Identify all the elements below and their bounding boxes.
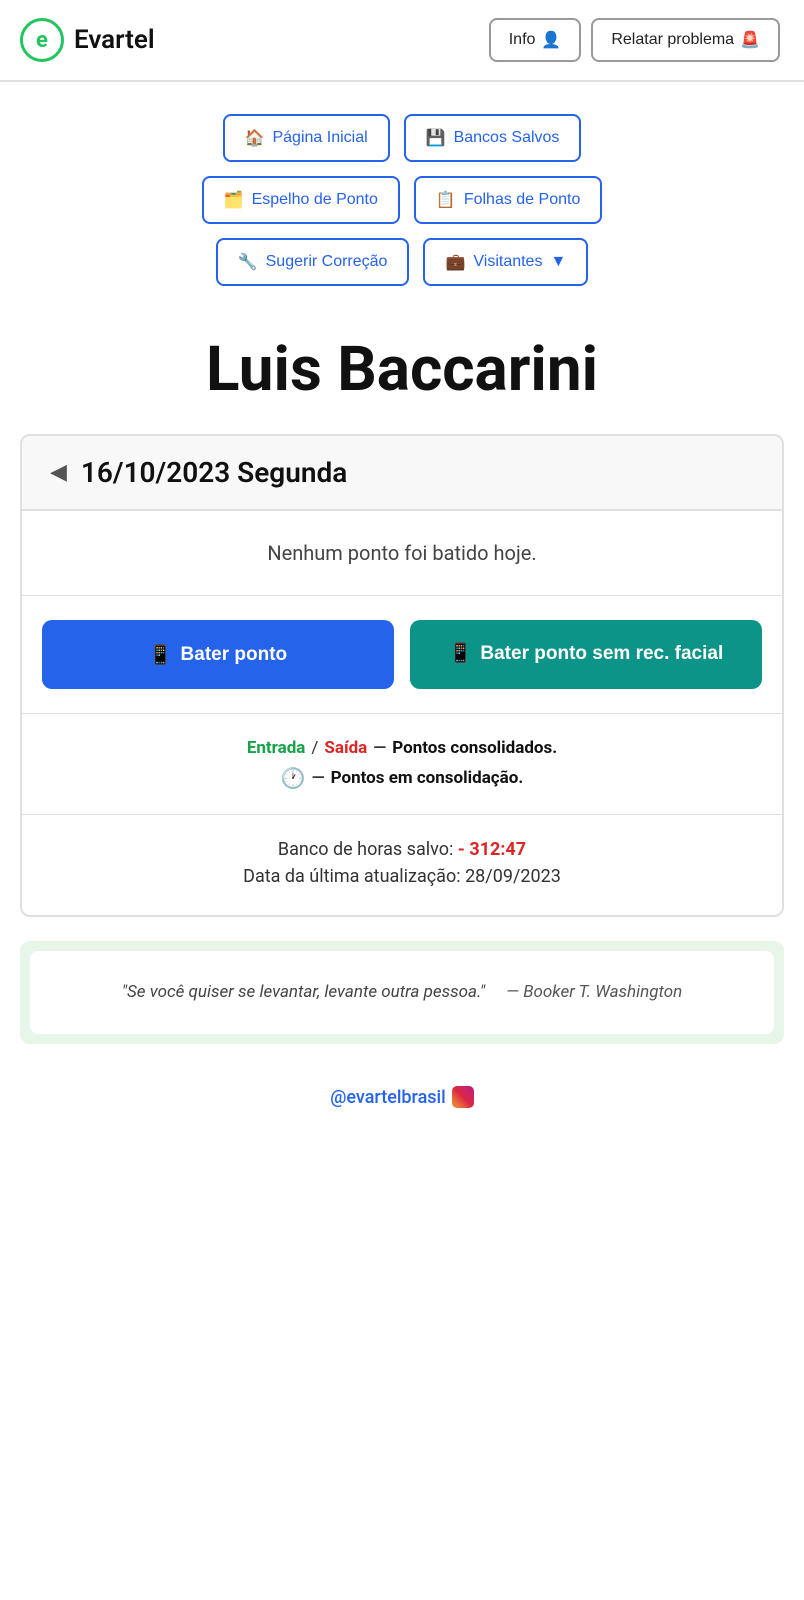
instagram-icon (452, 1086, 474, 1108)
bater-ponto-label: Bater ponto (181, 644, 288, 666)
bater-ponto-sem-button[interactable]: 📱 Bater ponto sem rec. facial (410, 620, 762, 689)
report-icon: 🚨 (740, 30, 760, 50)
banco-value: - 312:47 (458, 839, 526, 860)
no-punch-message: Nenhum ponto foi batido hoje. (22, 511, 782, 596)
quote-inner: "Se você quiser se levantar, levante out… (30, 951, 774, 1034)
bank-info: Banco de horas salvo: - 312:47 Data da ú… (22, 815, 782, 915)
date-text: 16/10/2023 Segunda (81, 456, 347, 489)
quote-section: "Se você quiser se levantar, levante out… (20, 941, 784, 1044)
bater-sem-icon: 📱 (449, 642, 473, 667)
footer: @evartelbrasil (0, 1068, 804, 1138)
pagina-inicial-icon: 🏠 (245, 128, 265, 148)
bater-ponto-icon: 📱 (149, 643, 173, 667)
bancos-salvos-button[interactable]: 💾 Bancos Salvos (404, 114, 582, 162)
banco-horas-row: Banco de horas salvo: - 312:47 (278, 839, 526, 860)
espelho-icon: 🗂️ (224, 190, 244, 210)
info-button[interactable]: Info 👤 (489, 18, 582, 62)
bancos-salvos-icon: 💾 (426, 128, 446, 148)
pagina-inicial-label: Página Inicial (272, 129, 367, 147)
pagina-inicial-button[interactable]: 🏠 Página Inicial (223, 114, 390, 162)
quote-text: "Se você quiser se levantar, levante out… (54, 979, 750, 1006)
espelho-button[interactable]: 🗂️ Espelho de Ponto (202, 176, 400, 224)
user-name: Luis Baccarini (20, 336, 784, 404)
info-label: Info (509, 31, 536, 49)
legend-area: Entrada / Saída — Pontos consolidados. 🕐… (22, 714, 782, 815)
legend-dash1: — (373, 738, 386, 758)
legend-consolidating: 🕐 — Pontos em consolidação. (281, 766, 524, 790)
nav-area: 🏠 Página Inicial 💾 Bancos Salvos 🗂️ Espe… (0, 82, 804, 296)
instagram-handle: @evartelbrasil (330, 1087, 446, 1108)
instagram-link[interactable]: @evartelbrasil (330, 1086, 474, 1108)
visitantes-arrow: ▼ (550, 253, 566, 271)
nav-row-3: 🔧 Sugerir Correção 💼 Visitantes ▼ (216, 238, 589, 286)
sugerir-icon: 🔧 (238, 252, 258, 272)
legend-consolidated-text: Pontos consolidados. (392, 738, 557, 758)
legend-dash2: — (312, 768, 325, 788)
report-label: Relatar problema (611, 31, 734, 49)
legend-saida: Saída (324, 738, 367, 758)
visitantes-button[interactable]: 💼 Visitantes ▼ (423, 238, 588, 286)
bater-sem-label: Bater ponto sem rec. facial (480, 642, 723, 667)
main-card: ◀ 16/10/2023 Segunda Nenhum ponto foi ba… (20, 434, 784, 917)
logo-icon: e (20, 18, 64, 62)
folhas-label: Folhas de Ponto (464, 191, 581, 209)
app-name: Evartel (74, 25, 155, 55)
user-name-area: Luis Baccarini (0, 296, 804, 434)
espelho-label: Espelho de Ponto (252, 191, 378, 209)
nav-row-1: 🏠 Página Inicial 💾 Bancos Salvos (223, 114, 582, 162)
folhas-button[interactable]: 📋 Folhas de Ponto (414, 176, 602, 224)
logo-area: e Evartel (20, 18, 155, 62)
clock-icon: 🕐 (281, 766, 306, 790)
date-header: ◀ 16/10/2023 Segunda (22, 436, 782, 511)
legend-entrada: Entrada (247, 738, 306, 758)
legend-consolidated: Entrada / Saída — Pontos consolidados. (247, 738, 557, 758)
atualizacao-row: Data da última atualização: 28/09/2023 (243, 866, 561, 887)
header-buttons: Info 👤 Relatar problema 🚨 (489, 18, 780, 62)
legend-sep: / (311, 738, 318, 758)
visitantes-label: Visitantes (473, 253, 542, 271)
bater-ponto-button[interactable]: 📱 Bater ponto (42, 620, 394, 689)
folhas-icon: 📋 (436, 190, 456, 210)
report-button[interactable]: Relatar problema 🚨 (591, 18, 780, 62)
bancos-salvos-label: Bancos Salvos (454, 129, 560, 147)
date-prev-button[interactable]: ◀ (50, 460, 67, 485)
legend-consolidating-text: Pontos em consolidação. (331, 768, 524, 788)
action-buttons: 📱 Bater ponto 📱 Bater ponto sem rec. fac… (22, 596, 782, 714)
quote-author: — Booker T. Washington (506, 982, 682, 1002)
visitantes-icon: 💼 (445, 252, 465, 272)
nav-row-2: 🗂️ Espelho de Ponto 📋 Folhas de Ponto (202, 176, 603, 224)
sugerir-button[interactable]: 🔧 Sugerir Correção (216, 238, 410, 286)
atualizacao-label: Data da última atualização: (243, 866, 460, 887)
banco-label: Banco de horas salvo: (278, 839, 453, 860)
sugerir-label: Sugerir Correção (266, 253, 388, 271)
info-icon: 👤 (541, 30, 561, 50)
atualizacao-value: 28/09/2023 (465, 866, 561, 887)
header: e Evartel Info 👤 Relatar problema 🚨 (0, 0, 804, 82)
